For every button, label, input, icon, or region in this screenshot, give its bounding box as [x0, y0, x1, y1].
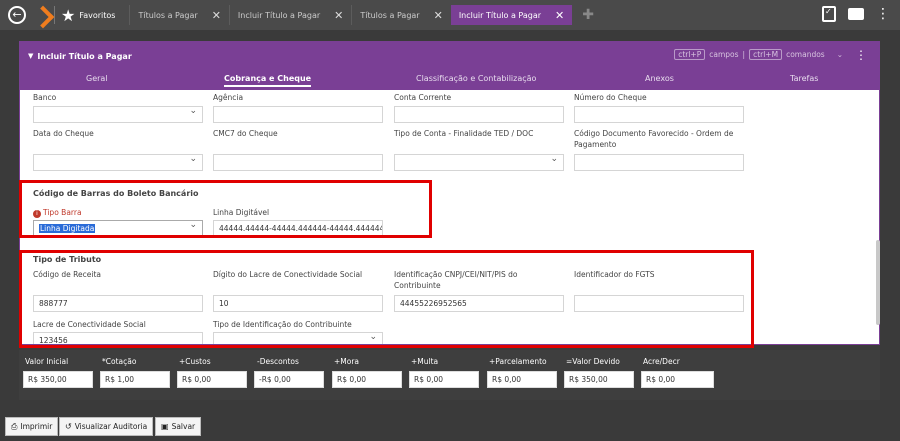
close-icon[interactable]: ✕ — [212, 9, 221, 22]
parcelamento-field[interactable]: R$ 0,00 — [487, 371, 557, 388]
scrollbar[interactable] — [876, 240, 880, 325]
more-options-icon[interactable]: ⋮ — [876, 7, 890, 21]
totals-bar: Valor Inicial R$ 350,00 *Cotação R$ 1,00… — [19, 350, 880, 400]
agencia-input[interactable] — [213, 106, 383, 123]
codigo-doc-label-2: Pagamento — [574, 140, 617, 149]
subtab-bar: Geral Cobrança e Cheque Classificação e … — [20, 70, 879, 90]
highlight-box-tributo — [19, 250, 754, 348]
audit-button-label: Visualizar Auditoria — [74, 422, 148, 431]
total-label: +Parcelamento — [489, 357, 547, 366]
star-icon[interactable]: ★ — [61, 6, 75, 25]
tipo-conta-select[interactable] — [394, 154, 564, 171]
conta-corrente-label: Conta Corrente — [394, 93, 452, 102]
cotacao-field[interactable]: R$ 1,00 — [100, 371, 170, 388]
tab-titulos-a-pagar-2[interactable]: Títulos a Pagar ✕ — [351, 5, 450, 25]
total-label: Acre/Decr — [643, 357, 680, 366]
total-label: +Custos — [179, 357, 211, 366]
chevron-down-icon[interactable]: ⌄ — [837, 50, 843, 59]
print-button-label: Imprimir — [20, 422, 53, 431]
custos-field[interactable]: R$ 0,00 — [177, 371, 247, 388]
panel-title: Incluir Título a Pagar — [37, 51, 132, 61]
save-button[interactable]: ▣ Salvar — [155, 417, 202, 436]
panel-menu-icon[interactable]: ⋮ — [855, 48, 867, 62]
valor-devido-field[interactable]: R$ 350,00 — [564, 371, 634, 388]
favorites-label[interactable]: Favoritos — [79, 11, 115, 20]
total-label: *Cotação — [102, 357, 137, 366]
panel-header: ▼ Incluir Título a Pagar ctrl+P campos |… — [20, 42, 879, 70]
total-label: =Valor Devido — [566, 357, 620, 366]
valor-inicial-field[interactable]: R$ 350,00 — [23, 371, 93, 388]
total-label: Valor Inicial — [25, 357, 69, 366]
divider — [54, 6, 55, 24]
cmc7-input[interactable] — [213, 154, 383, 171]
top-bar: ← ★ Favoritos Títulos a Pagar ✕ Incluir … — [0, 0, 900, 30]
shortcut-key: ctrl+P — [674, 49, 706, 60]
tab-label: Títulos a Pagar — [360, 10, 420, 20]
tab-incluir-titulo-a-pagar-active[interactable]: Incluir Título a Pagar ✕ — [450, 5, 573, 25]
close-icon[interactable]: ✕ — [434, 9, 443, 22]
printer-icon: ⎙ — [11, 421, 18, 431]
print-button[interactable]: ⎙ Imprimir — [5, 417, 59, 436]
add-tab-icon[interactable]: ✚ — [582, 7, 594, 23]
total-label: +Multa — [411, 357, 439, 366]
back-icon[interactable]: ← — [8, 6, 26, 24]
tab-cobranca-e-cheque[interactable]: Cobrança e Cheque — [224, 74, 312, 87]
data-cheque-select[interactable] — [33, 154, 203, 171]
numero-cheque-input[interactable] — [574, 106, 744, 123]
audit-button[interactable]: ↺ Visualizar Auditoria — [59, 417, 154, 436]
numero-cheque-label: Número do Cheque — [574, 93, 647, 102]
close-icon[interactable]: ✕ — [334, 9, 343, 22]
conta-corrente-input[interactable] — [394, 106, 564, 123]
banco-select[interactable] — [33, 106, 203, 123]
banco-label: Banco — [33, 93, 57, 102]
tab-label: Títulos a Pagar — [138, 10, 198, 20]
descontos-field[interactable]: -R$ 0,00 — [254, 371, 324, 388]
agencia-label: Agência — [213, 93, 244, 102]
clipboard-check-icon[interactable] — [822, 6, 836, 22]
top-right-actions: ⋮ — [822, 6, 890, 22]
tab-label: Incluir Título a Pagar — [237, 10, 321, 20]
shortcuts-hint: ctrl+P campos | ctrl+M comandos ⌄ — [674, 49, 843, 60]
shortcut-key: ctrl+M — [749, 49, 783, 60]
shortcut-separator: | — [742, 50, 746, 59]
history-icon: ↺ — [65, 422, 72, 431]
acre-decr-field[interactable]: R$ 0,00 — [641, 371, 714, 388]
tab-titulos-a-pagar[interactable]: Títulos a Pagar ✕ — [129, 5, 228, 25]
codigo-doc-input[interactable] — [574, 154, 744, 171]
tipo-conta-label: Tipo de Conta - Finalidade TED / DOC — [394, 129, 534, 138]
tab-classificacao-e-contabilizacao[interactable]: Classificação e Contabilização — [416, 74, 536, 83]
tab-incluir-titulo-a-pagar[interactable]: Incluir Título a Pagar ✕ — [228, 5, 351, 25]
collapse-icon[interactable]: ▼ — [28, 52, 33, 60]
cmc7-label: CMC7 do Cheque — [213, 129, 278, 138]
save-icon: ▣ — [161, 422, 169, 431]
tab-anexos[interactable]: Anexos — [645, 74, 674, 83]
multa-field[interactable]: R$ 0,00 — [409, 371, 479, 388]
shortcut-label: comandos — [786, 50, 825, 59]
total-label: -Descontos — [257, 357, 299, 366]
codigo-doc-label-1: Código Documento Favorecido - Ordem de — [574, 129, 734, 138]
save-button-label: Salvar — [171, 422, 196, 431]
tab-label: Incluir Título a Pagar — [458, 10, 542, 20]
shortcut-label: campos — [709, 50, 739, 59]
total-label: +Mora — [334, 357, 360, 366]
app-logo-icon[interactable] — [32, 6, 50, 24]
chat-icon[interactable] — [848, 8, 864, 20]
bottom-toolbar: ⎙ Imprimir ↺ Visualizar Auditoria ▣ Salv… — [0, 412, 900, 441]
tab-tarefas[interactable]: Tarefas — [790, 74, 818, 83]
mora-field[interactable]: R$ 0,00 — [332, 371, 402, 388]
highlight-box-barcode — [19, 180, 432, 238]
tab-geral[interactable]: Geral — [86, 74, 108, 83]
close-icon[interactable]: ✕ — [555, 9, 564, 22]
data-cheque-label: Data do Cheque — [33, 129, 94, 138]
